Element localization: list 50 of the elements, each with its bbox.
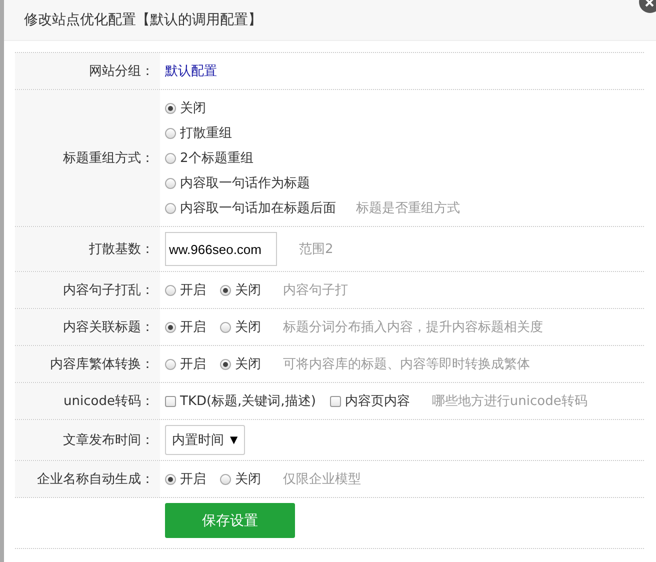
field-label: 内容关联标题：: [63, 319, 154, 336]
radio-button[interactable]: [220, 322, 231, 332]
radio-option[interactable]: 开启: [165, 355, 206, 373]
checkbox[interactable]: [165, 396, 176, 406]
radio-button[interactable]: [165, 202, 176, 214]
field-label: 网站分组：: [89, 63, 154, 80]
field-label: 打散基数：: [89, 241, 154, 258]
radio-button[interactable]: [165, 152, 176, 164]
radio-option[interactable]: 2个标题重组: [165, 149, 254, 167]
checkbox-option[interactable]: TKD(标题,关键词,描述): [165, 392, 316, 410]
hint-text: 标题是否重组方式: [356, 200, 460, 217]
radio-option[interactable]: 关闭: [220, 355, 261, 373]
hint-text: 可将内容库的标题、内容等即时转换成繁体: [283, 356, 530, 373]
radio-button[interactable]: [220, 358, 231, 370]
radio-button[interactable]: [165, 284, 176, 296]
time-select[interactable]: 内置时间 ▼: [165, 425, 245, 455]
field-label: 标题重组方式：: [63, 150, 154, 167]
radio-option[interactable]: 开启: [165, 281, 206, 299]
radio-option[interactable]: 关闭: [165, 99, 206, 117]
field-label: 企业名称自动生成：: [37, 471, 154, 488]
group-link[interactable]: 默认配置: [165, 62, 217, 80]
input-field[interactable]: ww.966seo.com: [165, 232, 277, 266]
hint-text: 标题分词分布插入内容，提升内容标题相关度: [283, 319, 543, 336]
checkbox[interactable]: [330, 396, 341, 406]
checkbox-option[interactable]: 内容页内容: [330, 392, 410, 410]
hint-text: 哪些地方进行unicode转码: [432, 393, 588, 410]
radio-button[interactable]: [165, 178, 176, 188]
field-label: 文章发布时间：: [63, 432, 154, 449]
field-label: 内容库繁体转换：: [50, 356, 154, 373]
radio-option[interactable]: 关闭: [220, 318, 261, 336]
radio-button[interactable]: [165, 358, 176, 370]
radio-option[interactable]: 打散重组: [165, 124, 232, 142]
dialog-title: 修改站点优化配置【默认的调用配置】: [24, 11, 262, 29]
radio-button[interactable]: [220, 284, 231, 296]
radio-option[interactable]: 开启: [165, 470, 206, 488]
radio-button[interactable]: [165, 128, 176, 138]
hint-text: 内容句子打: [283, 282, 348, 299]
radio-option[interactable]: 内容取一句话作为标题: [165, 174, 310, 192]
hint-text: 范围2: [299, 241, 334, 258]
radio-button[interactable]: [220, 474, 231, 484]
radio-option[interactable]: 关闭: [220, 281, 261, 299]
radio-button[interactable]: [165, 474, 176, 484]
radio-button[interactable]: [165, 102, 176, 114]
field-label: 内容句子打乱：: [63, 282, 154, 299]
radio-button[interactable]: [165, 322, 176, 332]
radio-option[interactable]: 开启: [165, 318, 206, 336]
radio-option[interactable]: 关闭: [220, 470, 261, 488]
hint-text: 仅限企业模型: [283, 471, 361, 488]
radio-option[interactable]: 内容取一句话加在标题后面 标题是否重组方式: [165, 199, 460, 217]
field-label: unicode转码：: [64, 393, 154, 410]
